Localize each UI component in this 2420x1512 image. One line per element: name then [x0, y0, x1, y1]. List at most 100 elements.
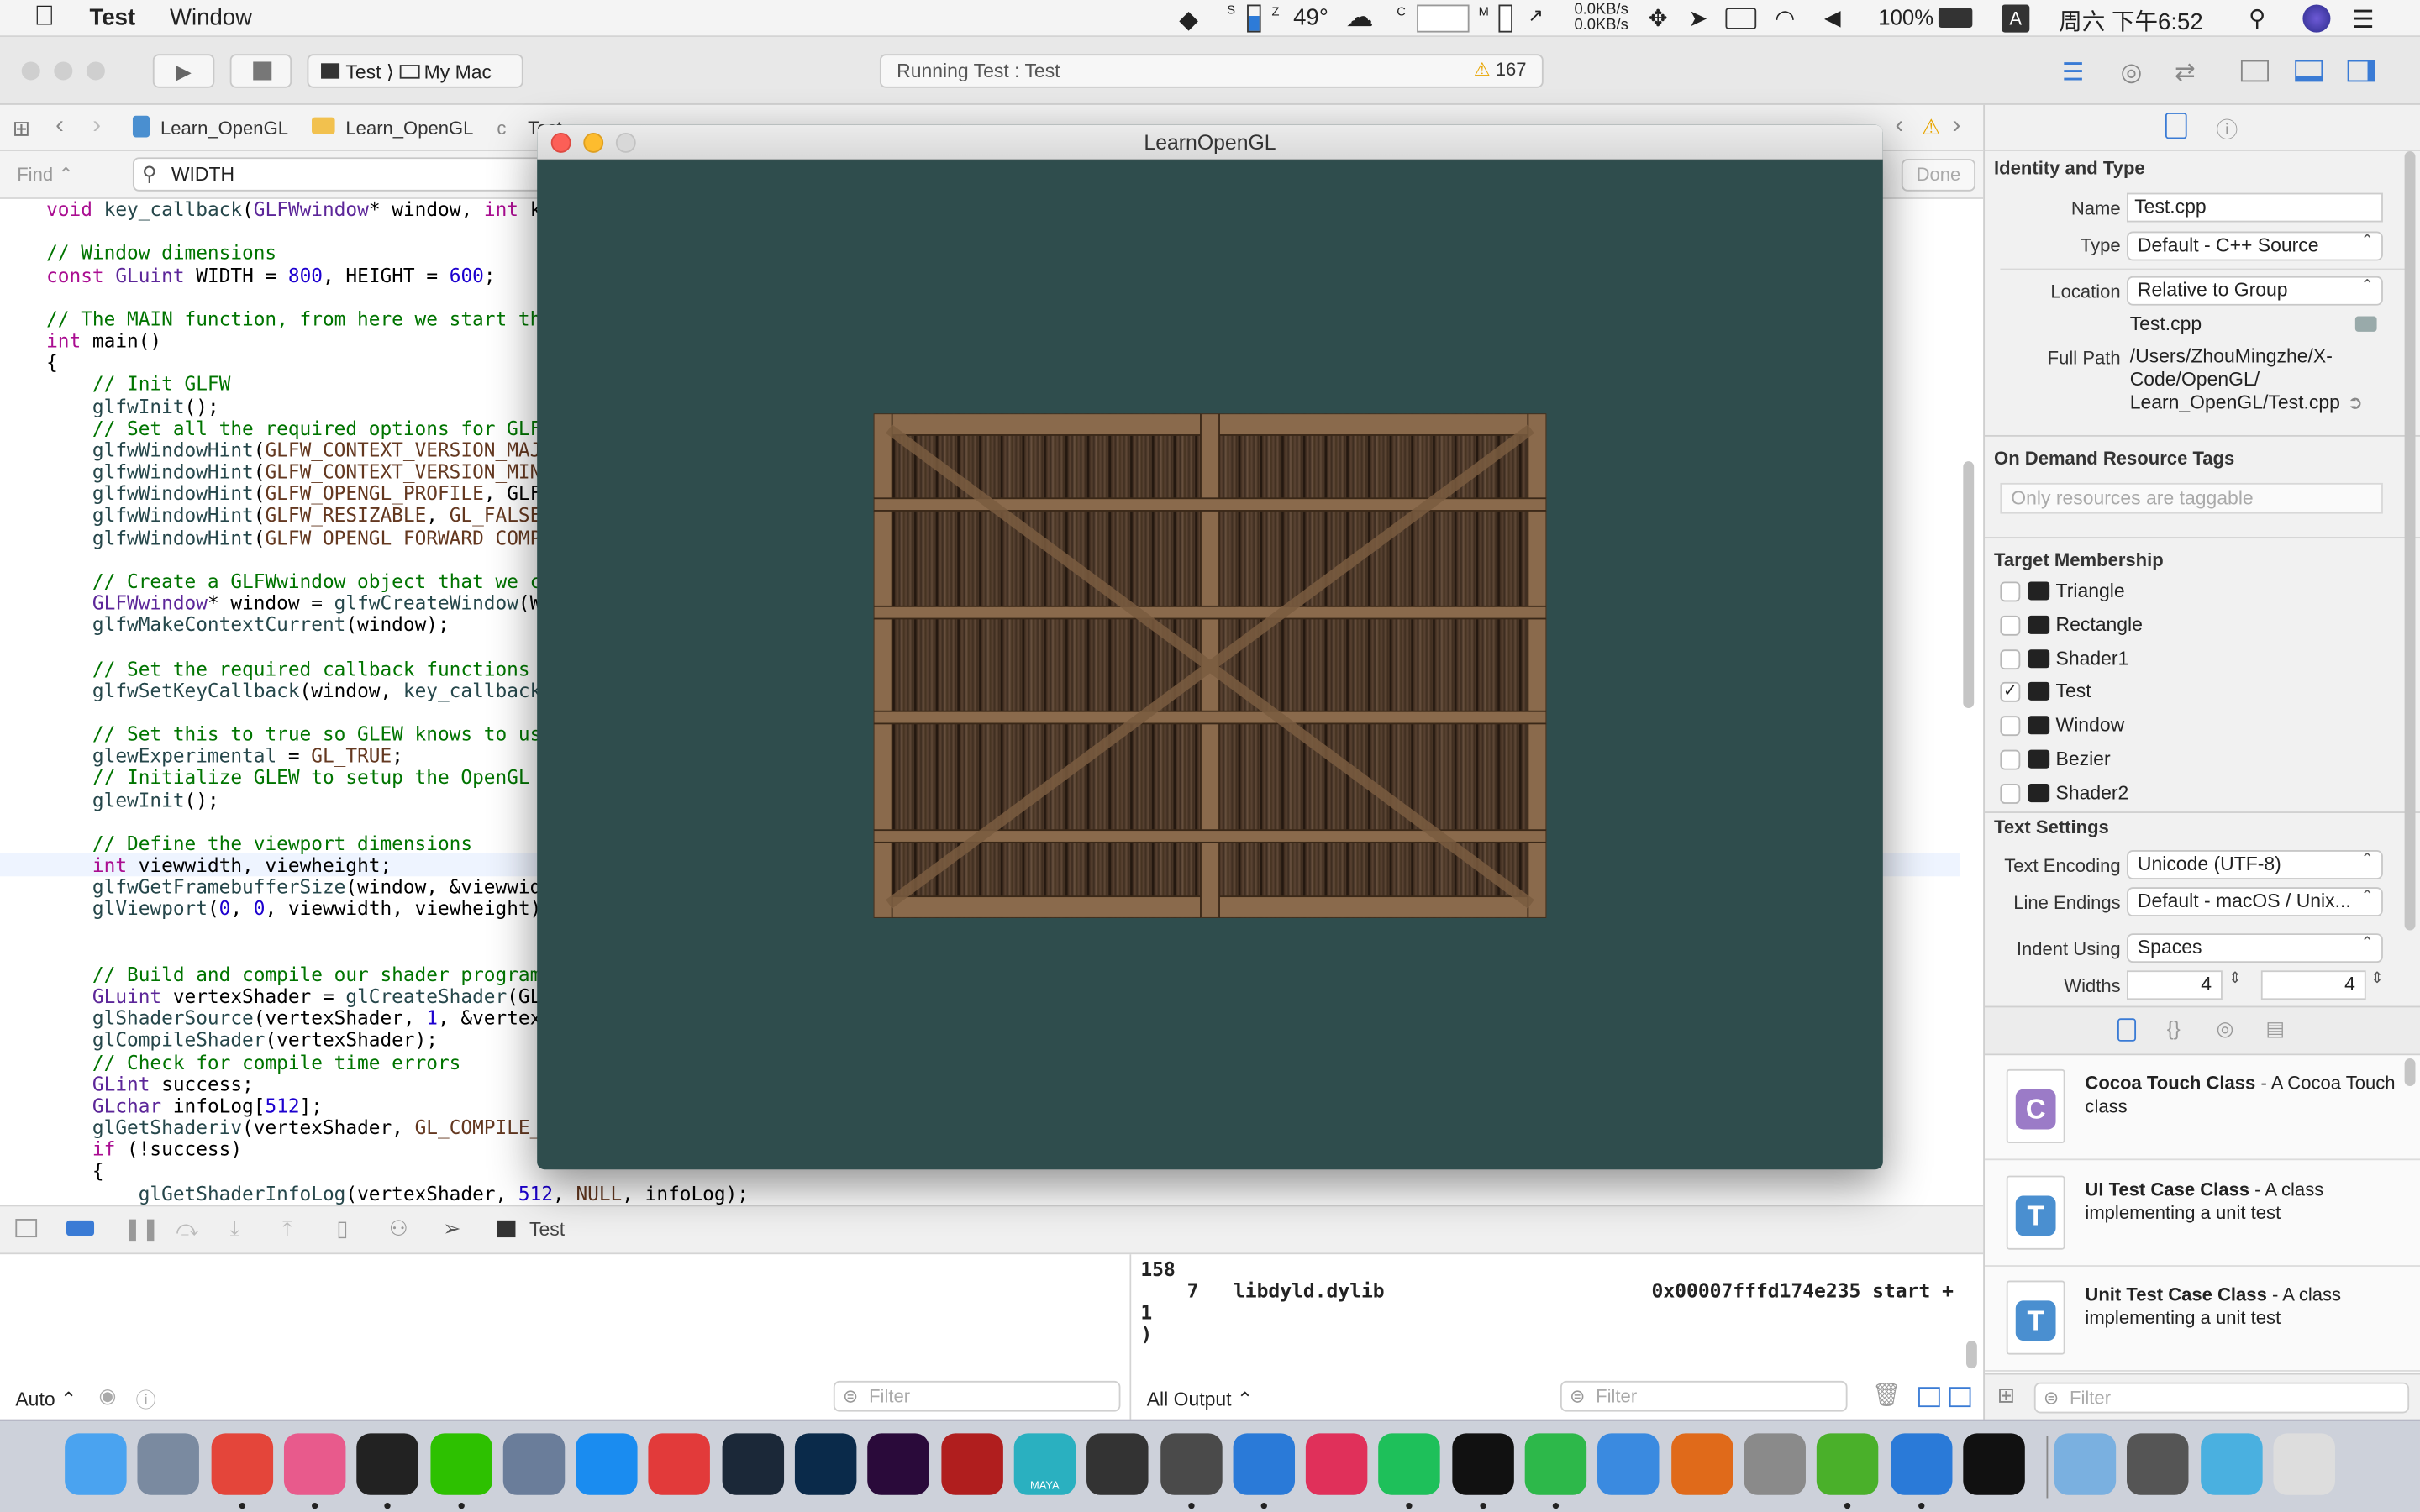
find-mode-selector[interactable]: Find ⌃	[17, 164, 73, 186]
dock-wechat-icon[interactable]	[429, 1433, 492, 1495]
debug-target[interactable]: Test	[529, 1219, 565, 1241]
apple-icon[interactable]: 	[34, 0, 55, 33]
step-into-icon[interactable]: ⤓	[230, 1215, 239, 1242]
target-checkbox-window[interactable]	[2000, 716, 2021, 737]
dock-paw-icon[interactable]	[1670, 1433, 1733, 1495]
menu-window[interactable]: Window	[170, 5, 252, 31]
code-line[interactable]: glGetShaderInfoLog(vertexShader, 512, NU…	[46, 1182, 749, 1205]
code-line[interactable]: if (!success)	[46, 1138, 242, 1161]
battery-icon[interactable]	[1938, 8, 1973, 29]
indent-popup[interactable]: Spaces	[2127, 933, 2383, 963]
temperature[interactable]: 49°	[1293, 5, 1328, 31]
code-line[interactable]: int main()	[46, 329, 161, 352]
dock-app-store-icon[interactable]	[576, 1433, 638, 1495]
navigator-toggle-icon[interactable]	[2240, 60, 2269, 82]
reveal-in-finder-icon[interactable]: ➲	[2348, 392, 2363, 414]
code-line[interactable]: GLFWwindow* window = glfwCreateWindow(W	[46, 591, 541, 614]
choose-folder-icon[interactable]	[2354, 316, 2377, 332]
warning-badge[interactable]: ⚠ 167	[1474, 59, 1527, 81]
library-item[interactable]: T Unit Test Case Class - A class implemen…	[1985, 1266, 2420, 1372]
breadcrumb-project[interactable]: Learn_OpenGL	[160, 118, 288, 139]
dock-unity-icon[interactable]	[1086, 1433, 1149, 1495]
code-line[interactable]: glCompileShader(vertexShader);	[46, 1029, 438, 1052]
indent-width-stepper[interactable]: ⇕	[2370, 970, 2383, 987]
objects-tab-icon[interactable]: ◎	[2217, 1016, 2234, 1041]
target-checkbox-test[interactable]: ✓	[2000, 682, 2021, 703]
location-popup[interactable]: Relative to Group	[2127, 276, 2383, 306]
dock-xcode-icon[interactable]	[1233, 1433, 1295, 1495]
notification-center-icon[interactable]: ☰	[2352, 5, 2374, 36]
code-snippets-tab-icon[interactable]: {}	[2167, 1016, 2181, 1040]
code-line[interactable]: glfwWindowHint(GLFW_CONTEXT_VERSION_MIN	[46, 460, 541, 483]
target-checkbox-triangle[interactable]	[2000, 581, 2021, 602]
tags-field[interactable]: Only resources are taggable	[2000, 482, 2383, 514]
gl-close-button[interactable]	[550, 132, 571, 153]
code-line[interactable]: // Init GLFW	[46, 373, 230, 396]
code-line[interactable]: void key_callback(GLFWwindow* window, in…	[46, 199, 541, 221]
output-selector[interactable]: All Output ⌃	[1147, 1387, 1253, 1410]
memory-graph-icon[interactable]: ⚇	[389, 1215, 408, 1242]
console-scrollbar[interactable]	[1965, 1341, 1977, 1369]
dock-lark-icon[interactable]	[1597, 1433, 1660, 1495]
opengl-window[interactable]: LearnOpenGL	[537, 124, 1883, 1170]
assistant-editor-icon[interactable]: ◎	[2121, 57, 2143, 88]
location-icon[interactable]: ➢	[443, 1215, 461, 1242]
dock-qq-icon[interactable]	[356, 1433, 419, 1495]
pause-icon[interactable]: ❚❚	[124, 1215, 160, 1242]
dock-iqiyi-icon[interactable]	[1378, 1433, 1441, 1495]
dock-netease-music-icon[interactable]	[649, 1433, 711, 1495]
code-line[interactable]: GLchar infoLog[512];	[46, 1095, 323, 1117]
code-line[interactable]: // Set this to true so GLEW knows to us	[46, 722, 541, 746]
library-filter-input[interactable]: ⊜ Filter	[2033, 1382, 2410, 1414]
library-item[interactable]: C Cocoa Touch Class - A Cocoa Touch class	[1985, 1055, 2420, 1161]
code-line[interactable]: int viewwidth, viewheight;	[46, 853, 392, 877]
dock-utorrent-icon[interactable]	[1817, 1433, 1879, 1495]
volume-icon[interactable]: ◀	[1824, 5, 1841, 31]
step-out-icon[interactable]: ⤒	[282, 1215, 292, 1242]
stop-button[interactable]	[229, 54, 292, 88]
run-button[interactable]: ▶	[152, 54, 215, 88]
send-icon[interactable]: ➤	[1688, 5, 1707, 33]
code-line[interactable]: GLuint vertexShader = glCreateShader(GL	[46, 985, 541, 1008]
code-line[interactable]: const GLuint WIDTH = 800, HEIGHT = 600;	[46, 264, 495, 286]
console-filter-input[interactable]: ⊜ Filter	[1560, 1380, 1848, 1412]
hide-debug-area-icon[interactable]	[15, 1219, 38, 1238]
issue-warning-icon[interactable]: ⚠	[1922, 114, 1941, 140]
code-line[interactable]: // Initialize GLEW to setup the OpenGL	[46, 766, 530, 790]
code-line[interactable]: glfwWindowHint(GLFW_OPENGL_PROFILE, GLF	[46, 482, 541, 505]
grid-view-icon[interactable]: ⊞	[1997, 1383, 2016, 1409]
code-line[interactable]: // Set the required callback functions	[46, 657, 530, 680]
dock-steam-icon[interactable]	[722, 1433, 784, 1495]
dock-exec-icon[interactable]	[1962, 1433, 2025, 1495]
code-line[interactable]: GLint success;	[46, 1073, 254, 1095]
code-line[interactable]: glViewport(0, 0, viewwidth, viewheight)	[46, 897, 541, 921]
dock-finder-icon[interactable]	[65, 1433, 127, 1495]
code-line[interactable]: glfwInit();	[46, 395, 219, 417]
line-endings-popup[interactable]: Default - macOS / Unix...	[2127, 887, 2383, 917]
back-arrow-icon[interactable]: ‹	[55, 113, 64, 140]
variables-scope-selector[interactable]: Auto ⌃	[15, 1387, 76, 1410]
window-zoom-button[interactable]	[86, 61, 105, 81]
info-icon[interactable]: ⓘ	[136, 1384, 156, 1414]
inspector-scrollbar[interactable]	[2404, 150, 2416, 931]
utilities-toggle-icon[interactable]	[2347, 60, 2375, 82]
code-line[interactable]: glfwSetKeyCallback(window, key_callback	[46, 679, 541, 702]
menu-app-name[interactable]: Test	[90, 5, 136, 31]
dock-sublime-text-icon[interactable]	[1160, 1433, 1222, 1495]
dock-evernote-icon[interactable]	[1524, 1433, 1587, 1495]
dock-video-player-icon[interactable]	[1306, 1433, 1368, 1495]
dock-premiere-icon[interactable]	[867, 1433, 930, 1495]
split-right-icon[interactable]	[1949, 1387, 1971, 1408]
keyboard-icon[interactable]	[1725, 8, 1757, 29]
window-minimize-button[interactable]	[54, 61, 73, 81]
code-line[interactable]: glewExperimental = GL_TRUE;	[46, 744, 403, 768]
dock-preview-icon[interactable]	[502, 1433, 565, 1495]
encoding-popup[interactable]: Unicode (UTF-8)	[2127, 850, 2383, 879]
related-items-icon[interactable]: ⊞	[13, 116, 31, 142]
quick-help-tab-icon[interactable]: ⓘ	[2217, 114, 2238, 145]
code-line[interactable]: {	[46, 351, 58, 374]
type-popup[interactable]: Default - C++ Source	[2127, 231, 2383, 261]
code-line[interactable]: {	[46, 1160, 104, 1183]
next-issue-icon[interactable]: ›	[1952, 113, 1960, 140]
file-inspector-tab-icon[interactable]	[2165, 113, 2187, 139]
